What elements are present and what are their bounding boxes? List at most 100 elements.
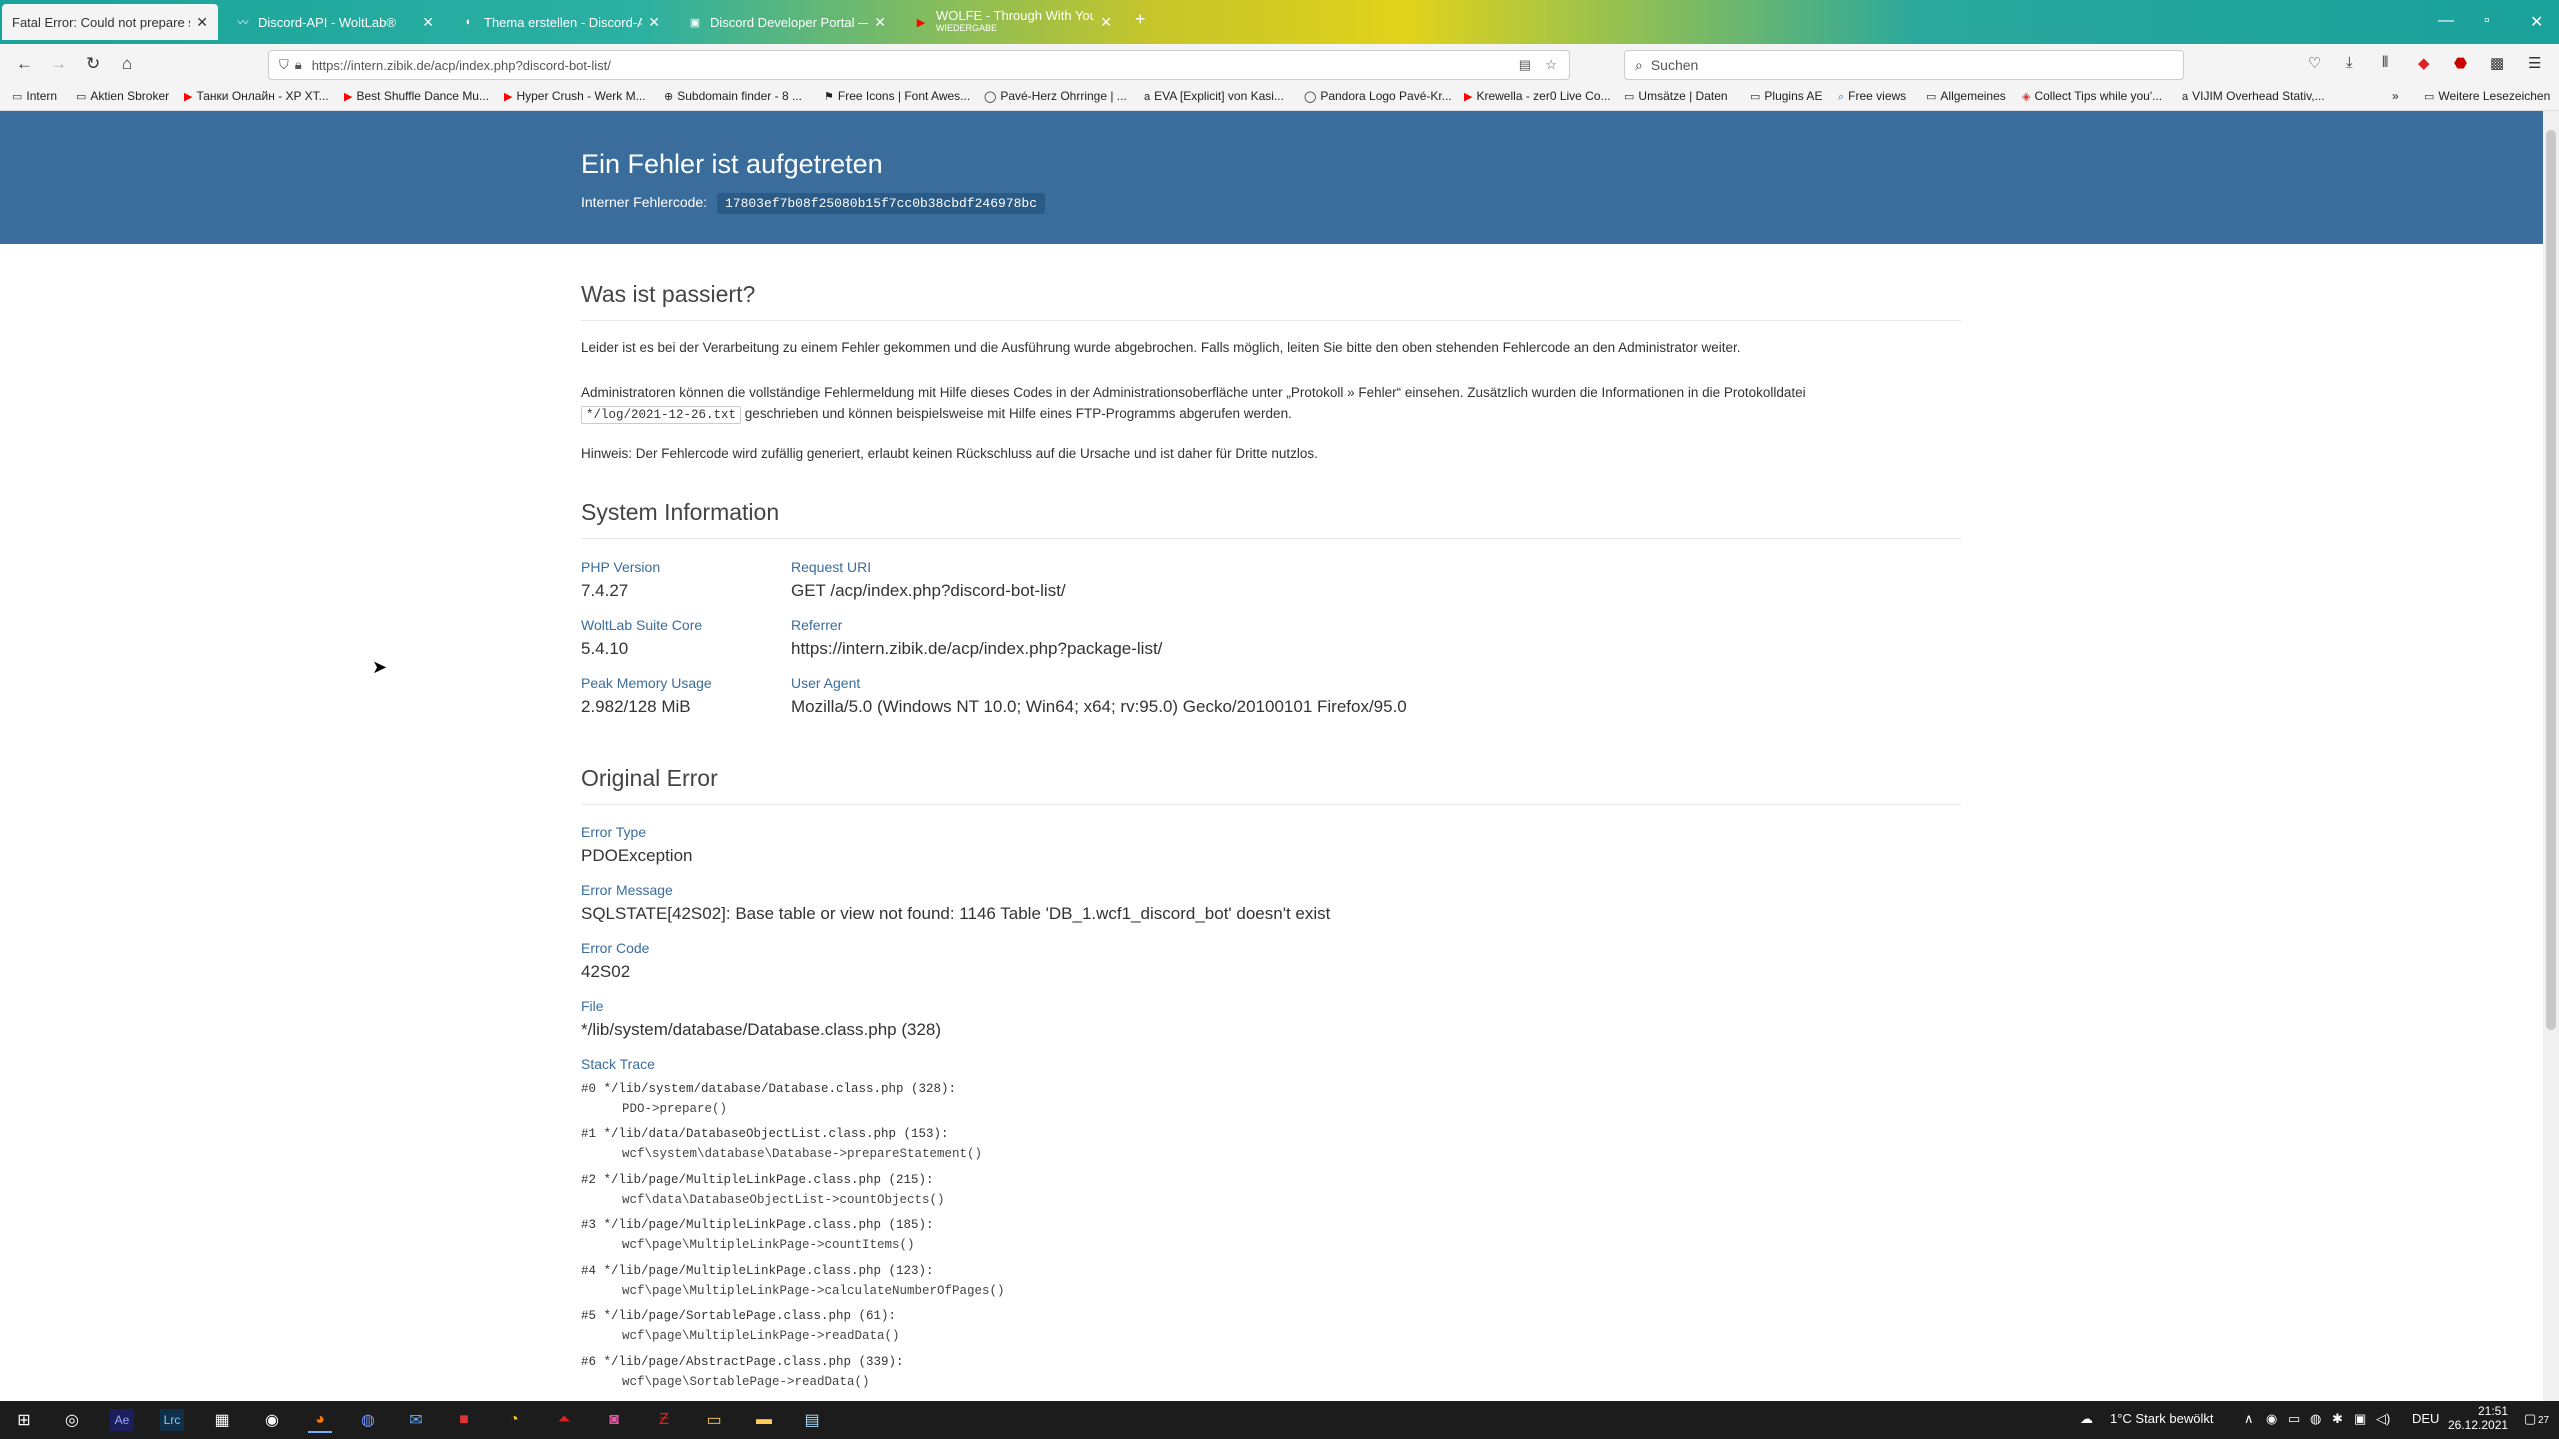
tray-icon[interactable]: ◍: [2310, 1411, 2321, 1427]
browser-tab-0[interactable]: Fatal Error: Could not prepare statem ✕: [2, 4, 218, 40]
bookmark-item[interactable]: ▭ Allgemeines: [1926, 89, 2006, 103]
folder-icon: ▭: [1926, 91, 1937, 103]
app-icon[interactable]: ■: [452, 1409, 476, 1431]
language-indicator[interactable]: DEU: [2412, 1411, 2439, 1426]
close-icon[interactable]: ✕: [196, 14, 208, 31]
divider: [581, 320, 1961, 321]
bookmark-item[interactable]: ⚑ Free Icons | Font Awes...: [824, 89, 970, 103]
bookmarks-overflow-icon[interactable]: »: [2392, 89, 2399, 103]
shield-icon[interactable]: ⛉: [279, 57, 289, 73]
error-code-label: Error Code: [581, 940, 650, 956]
bookmark-item[interactable]: ◈ Collect Tips while you'...: [2022, 89, 2162, 103]
windows-start-icon[interactable]: ⊞: [12, 1409, 36, 1431]
weather-text[interactable]: 1°C Stark bewölkt: [2110, 1411, 2213, 1426]
tab-subtitle: WIEDERGABE: [936, 23, 998, 33]
circle-icon: ◯: [984, 91, 997, 103]
notification-icon[interactable]: ▢: [2524, 1411, 2536, 1427]
error-code[interactable]: 17803ef7b08f25080b15f7cc0b38cbdf246978bc: [716, 193, 1046, 214]
tray-icon[interactable]: ◉: [2266, 1411, 2277, 1427]
extension-icon[interactable]: ▩: [2490, 54, 2504, 72]
library-icon[interactable]: ⫴: [2382, 54, 2388, 71]
paragraph-2-text-b: geschrieben und können beispielsweise mi…: [744, 406, 1292, 421]
browser-tab-2[interactable]: ◐ Thema erstellen - Discord-API ✕: [452, 4, 670, 40]
pocket-icon[interactable]: ♡: [2308, 54, 2321, 72]
filezilla-icon[interactable]: Ƶ: [652, 1409, 676, 1431]
bluetooth-icon[interactable]: ✱: [2332, 1411, 2343, 1427]
bookmark-item[interactable]: a VIJIM Overhead Stativ,...: [2182, 89, 2325, 103]
file-explorer-icon[interactable]: ▭: [702, 1409, 726, 1431]
clock[interactable]: 21:51 26.12.2021: [2448, 1404, 2508, 1432]
lightroom-icon[interactable]: Lrc: [160, 1409, 184, 1431]
app-icon[interactable]: ▦: [210, 1409, 234, 1431]
new-tab-icon[interactable]: +: [1135, 9, 1146, 30]
chevron-up-icon[interactable]: ∧: [2244, 1411, 2254, 1427]
reload-icon[interactable]: ↻: [86, 54, 100, 74]
tray-icon[interactable]: ▭: [2288, 1411, 2300, 1427]
steam-icon[interactable]: ◎: [60, 1409, 84, 1431]
tab-title: WOLFE - Through With You - WIEDERGABE: [936, 10, 1094, 34]
close-icon[interactable]: ✕: [648, 14, 660, 31]
bookmark-label: Pandora Logo Pavé-Kr...: [1320, 89, 1452, 103]
referrer-label: Referrer: [791, 617, 843, 633]
user-agent-value: Mozilla/5.0 (Windows NT 10.0; Win64; x64…: [791, 697, 1407, 716]
maximize-icon[interactable]: ▫: [2484, 12, 2490, 30]
weather-icon[interactable]: ☁: [2080, 1411, 2093, 1427]
bookmark-item[interactable]: a EVA [Explicit] von Kasi...: [1144, 89, 1284, 103]
bookmark-item[interactable]: ◯ Pavé-Herz Ohrringe | ...: [984, 89, 1127, 103]
bookmark-item[interactable]: ⊕ Subdomain finder - 8 ...: [664, 89, 802, 103]
woltlab-icon: ◐: [465, 16, 473, 28]
acrobat-icon[interactable]: ⏶: [552, 1409, 576, 1431]
app-icon[interactable]: ◙: [602, 1409, 626, 1431]
url-text[interactable]: https://intern.zibik.de/acp/index.php?di…: [312, 58, 611, 73]
back-icon[interactable]: ←: [16, 54, 33, 74]
home-icon[interactable]: ⌂: [122, 54, 132, 74]
bookmark-item[interactable]: ▭ Aktien Sbroker: [76, 89, 169, 103]
mail-icon[interactable]: ✉: [404, 1409, 428, 1431]
folder-icon[interactable]: ▬: [752, 1409, 776, 1431]
close-icon[interactable]: ✕: [422, 14, 434, 31]
windows-taskbar: ⊞ ◎ Ae Lrc ▦ ◉ ◕ ◍ ✉ ■ ◔ ⏶ ◙ Ƶ ▭ ▬ ▤ ☁ 1…: [0, 1401, 2559, 1439]
other-bookmarks[interactable]: ▭ Weitere Lesezeichen: [2424, 89, 2550, 103]
reader-icon[interactable]: ▤: [1519, 57, 1531, 73]
bookmark-item[interactable]: ▶ Best Shuffle Dance Mu...: [344, 89, 489, 103]
network-icon[interactable]: ▣: [2354, 1411, 2366, 1427]
search-input[interactable]: ⌕ Suchen: [1624, 50, 2184, 80]
adblock-icon[interactable]: ⬣: [2454, 54, 2467, 72]
firefox-icon[interactable]: ◕: [308, 1409, 332, 1433]
scrollbar-thumb[interactable]: [2546, 130, 2556, 1030]
globe-icon: ⊕: [664, 91, 674, 103]
steam-icon[interactable]: ◉: [260, 1409, 284, 1431]
bookmark-item[interactable]: ▶ Танки Онлайн - XP XT...: [184, 89, 329, 103]
browser-tab-3[interactable]: ▣ Discord Developer Portal — My ✕: [678, 4, 896, 40]
bookmark-item[interactable]: ◯ Pandora Logo Pavé-Kr...: [1304, 89, 1452, 103]
bookmark-item[interactable]: ▭ Umsätze | Daten: [1624, 89, 1728, 103]
browser-tab-4[interactable]: ▶ WOLFE - Through With You - WIEDERGABE ✕: [904, 4, 1122, 40]
close-icon[interactable]: ✕: [1100, 14, 1112, 31]
window-close-icon[interactable]: ✕: [2530, 12, 2543, 32]
menu-icon[interactable]: ☰: [2528, 54, 2541, 72]
minimize-icon[interactable]: —: [2438, 12, 2454, 30]
close-icon[interactable]: ✕: [874, 14, 886, 31]
bookmark-item[interactable]: ⌕ Free views: [1838, 89, 1906, 104]
url-bar[interactable]: ⛉ 🔒︎ https://intern.zibik.de/acp/index.p…: [268, 50, 1570, 80]
download-icon[interactable]: ⤓: [2346, 54, 2353, 71]
extension-icon[interactable]: ◆: [2418, 54, 2430, 72]
discord-icon[interactable]: ◍: [356, 1409, 380, 1431]
log-file-path[interactable]: */log/2021-12-26.txt: [581, 406, 742, 424]
lock-icon[interactable]: 🔒︎: [295, 57, 302, 73]
stack-trace-label: Stack Trace: [581, 1056, 655, 1072]
calculator-icon[interactable]: ▤: [800, 1409, 824, 1431]
star-icon[interactable]: ☆: [1545, 57, 1557, 73]
bookmark-label: Collect Tips while you'...: [2034, 89, 2163, 103]
after-effects-icon[interactable]: Ae: [110, 1409, 134, 1431]
bookmark-item[interactable]: ▭ Intern: [12, 89, 57, 103]
error-message-label: Error Message: [581, 882, 673, 898]
chrome-icon[interactable]: ◔: [502, 1409, 526, 1431]
volume-icon[interactable]: ◁): [2376, 1411, 2390, 1427]
forward-icon[interactable]: →: [50, 54, 67, 74]
divider: [581, 804, 1961, 805]
browser-tab-1[interactable]: 〰 Discord-API - WoltLab® ✕: [226, 4, 444, 40]
bookmark-item[interactable]: ▶ Krewella - zer0 Live Co...: [1464, 89, 1611, 103]
bookmark-item[interactable]: ▶ Hyper Crush - Werk M...: [504, 89, 646, 103]
bookmark-item[interactable]: ▭ Plugins AE: [1750, 89, 1822, 103]
